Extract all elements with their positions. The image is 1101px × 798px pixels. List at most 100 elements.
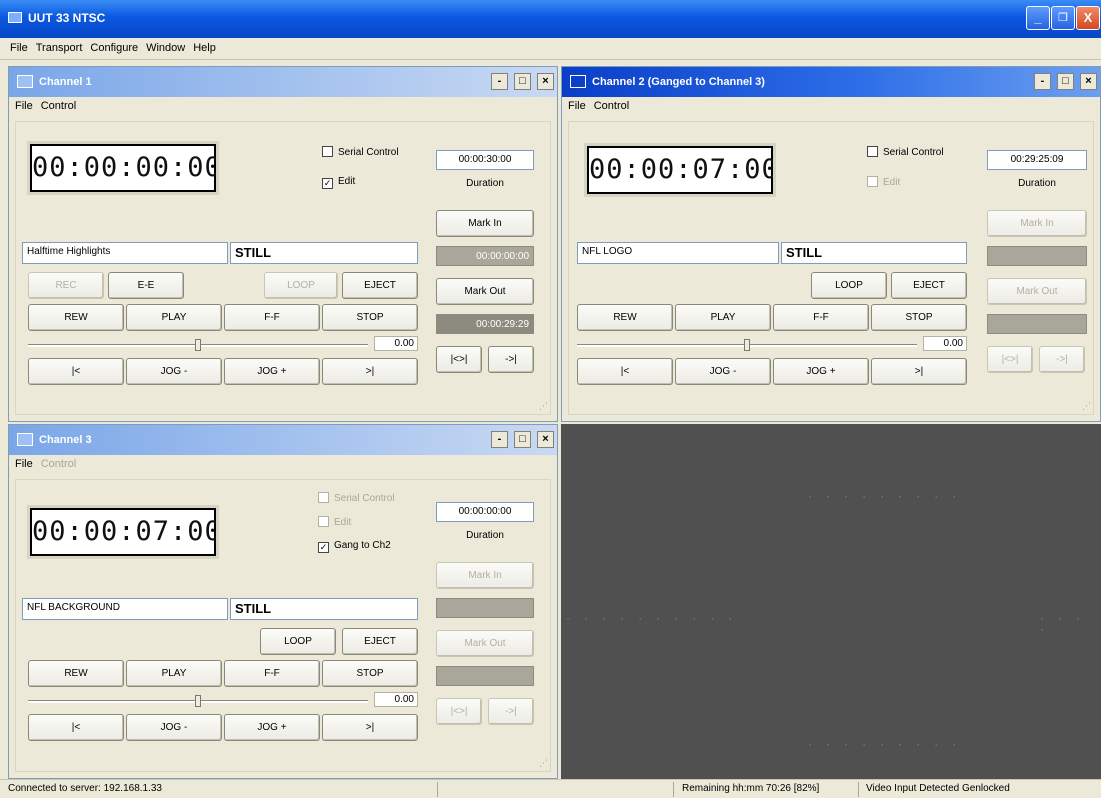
channel-2-timecode: 00:00:07:00	[584, 143, 778, 197]
channel-3-mark-in-button[interactable]: Mark In	[436, 562, 534, 589]
channel-2-goto-start-button[interactable]: |<	[577, 358, 673, 385]
channel-3-goto-start-button[interactable]: |<	[28, 714, 124, 741]
channel-2-go-out-button[interactable]: ->|	[1039, 346, 1085, 373]
channel-1-rew-button[interactable]: REW	[28, 304, 124, 331]
channel-3-ff-button[interactable]: F-F	[224, 660, 320, 687]
maximize-button[interactable]: ❐	[1051, 6, 1075, 30]
checkbox-box	[322, 146, 333, 157]
channel-2-speed-slider-thumb[interactable]	[744, 339, 750, 351]
channel-2-menubar: File Control	[562, 97, 1100, 117]
minimize-button[interactable]: _	[1026, 6, 1050, 30]
channel-3-rew-button[interactable]: REW	[28, 660, 124, 687]
channel-3-loop-button[interactable]: LOOP	[260, 628, 336, 655]
decorative-dashes: · · · ·	[1039, 614, 1085, 636]
channel-1-serial-control-checkbox[interactable]: Serial Control	[322, 146, 399, 158]
channel-3-maximize-button[interactable]: □	[514, 431, 531, 448]
channel-2-loop-button[interactable]: LOOP	[811, 272, 887, 299]
channel-1-speed-slider-thumb[interactable]	[195, 339, 201, 351]
channel-1-minimize-button[interactable]: -	[491, 73, 508, 90]
menu-configure[interactable]: Configure	[86, 38, 142, 54]
channel-2-mark-in-button[interactable]: Mark In	[987, 210, 1087, 237]
menu-transport[interactable]: Transport	[32, 38, 87, 54]
channel-1-eject-button[interactable]: EJECT	[342, 272, 418, 299]
channel-2-play-button[interactable]: PLAY	[675, 304, 771, 331]
close-button[interactable]: X	[1076, 6, 1100, 30]
channel-2-rew-button[interactable]: REW	[577, 304, 673, 331]
channel-3-gang-checkbox[interactable]: ✓ Gang to Ch2	[318, 540, 391, 553]
channel-1-duration-field[interactable]: 00:00:30:00	[436, 150, 534, 170]
channel-2-maximize-button[interactable]: □	[1057, 73, 1074, 90]
channel-1-stop-button[interactable]: STOP	[322, 304, 418, 331]
resize-grip-icon[interactable]: ⋰	[539, 758, 548, 769]
channel-2-clip-name[interactable]: NFL LOGO	[577, 242, 779, 264]
channel-1-edit-checkbox[interactable]: ✓ Edit	[322, 176, 355, 189]
channel-3-play-button[interactable]: PLAY	[126, 660, 222, 687]
channel-2-menu-control[interactable]: Control	[590, 97, 633, 112]
channel-3-edit-checkbox[interactable]: Edit	[318, 516, 351, 528]
app-titlebar[interactable]: UUT 33 NTSC _ ❐ X	[0, 0, 1101, 38]
channel-1-play-button[interactable]: PLAY	[126, 304, 222, 331]
channel-1-mark-out-button[interactable]: Mark Out	[436, 278, 534, 305]
channel-2-duration-field[interactable]: 00:29:25:09	[987, 150, 1087, 170]
channel-1-rec-button[interactable]: REC	[28, 272, 104, 299]
menu-file[interactable]: File	[0, 38, 32, 54]
channel-2-jog-forward-button[interactable]: JOG +	[773, 358, 869, 385]
channel-1-goto-start-button[interactable]: |<	[28, 358, 124, 385]
channel-1-go-out-button[interactable]: ->|	[488, 346, 534, 373]
channel-2-ff-button[interactable]: F-F	[773, 304, 869, 331]
channel-3-speed-value: 0.00	[374, 692, 418, 707]
resize-grip-icon[interactable]: ⋰	[539, 401, 548, 412]
channel-1-jog-back-button[interactable]: JOG -	[126, 358, 222, 385]
channel-1-titlebar[interactable]: Channel 1 - □ ×	[9, 67, 557, 97]
channel-3-close-button[interactable]: ×	[537, 431, 554, 448]
channel-3-serial-control-checkbox[interactable]: Serial Control	[318, 492, 395, 504]
channel-3-go-in-button[interactable]: |<>|	[436, 698, 482, 725]
channel-1-close-button[interactable]: ×	[537, 73, 554, 90]
channel-1-menu-control[interactable]: Control	[37, 97, 80, 112]
checkbox-box	[318, 516, 329, 527]
channel-1-maximize-button[interactable]: □	[514, 73, 531, 90]
channel-3-eject-button[interactable]: EJECT	[342, 628, 418, 655]
channel-3-minimize-button[interactable]: -	[491, 431, 508, 448]
channel-1-clip-name[interactable]: Halftime Highlights	[22, 242, 228, 264]
channel-3-menubar: File Control	[9, 455, 557, 475]
channel-2-mark-out-button[interactable]: Mark Out	[987, 278, 1087, 305]
channel-2-close-button[interactable]: ×	[1080, 73, 1097, 90]
channel-3-goto-end-button[interactable]: >|	[322, 714, 418, 741]
channel-1-menu-file[interactable]: File	[9, 97, 37, 112]
channel-2-edit-checkbox[interactable]: Edit	[867, 176, 900, 188]
channel-3-jog-forward-button[interactable]: JOG +	[224, 714, 320, 741]
channel-3-go-out-button[interactable]: ->|	[488, 698, 534, 725]
menu-window[interactable]: Window	[142, 38, 189, 54]
channel-2-minimize-button[interactable]: -	[1034, 73, 1051, 90]
channel-2-eject-button[interactable]: EJECT	[891, 272, 967, 299]
channel-1-ee-button[interactable]: E-E	[108, 272, 184, 299]
channel-3-mark-out-button[interactable]: Mark Out	[436, 630, 534, 657]
edit-label: Edit	[338, 176, 356, 187]
channel-3-stop-button[interactable]: STOP	[322, 660, 418, 687]
channel-2-go-in-button[interactable]: |<>|	[987, 346, 1033, 373]
channel-2-stop-button[interactable]: STOP	[871, 304, 967, 331]
channel-3-jog-back-button[interactable]: JOG -	[126, 714, 222, 741]
channel-3-window: Channel 3 - □ × File Control 00:00:07:00 …	[8, 424, 558, 779]
channel-1-ff-button[interactable]: F-F	[224, 304, 320, 331]
channel-2-serial-control-checkbox[interactable]: Serial Control	[867, 146, 944, 158]
resize-grip-icon[interactable]: ⋰	[1082, 401, 1091, 412]
channel-1-jog-forward-button[interactable]: JOG +	[224, 358, 320, 385]
channel-3-speed-slider-thumb[interactable]	[195, 695, 201, 707]
menu-help[interactable]: Help	[189, 38, 220, 54]
channel-2-menu-file[interactable]: File	[562, 97, 590, 112]
channel-1-goto-end-button[interactable]: >|	[322, 358, 418, 385]
channel-3-duration-field[interactable]: 00:00:00:00	[436, 502, 534, 522]
channel-1-mark-in-button[interactable]: Mark In	[436, 210, 534, 237]
channel-3-menu-control[interactable]: Control	[37, 455, 80, 470]
channel-3-clip-name[interactable]: NFL BACKGROUND	[22, 598, 228, 620]
channel-3-menu-file[interactable]: File	[9, 455, 37, 470]
channel-2-goto-end-button[interactable]: >|	[871, 358, 967, 385]
window-icon	[17, 75, 33, 88]
channel-1-go-in-button[interactable]: |<>|	[436, 346, 482, 373]
channel-2-titlebar[interactable]: Channel 2 (Ganged to Channel 3) - □ ×	[562, 67, 1100, 97]
channel-3-titlebar[interactable]: Channel 3 - □ ×	[9, 425, 557, 455]
channel-2-jog-back-button[interactable]: JOG -	[675, 358, 771, 385]
channel-1-loop-button[interactable]: LOOP	[264, 272, 338, 299]
